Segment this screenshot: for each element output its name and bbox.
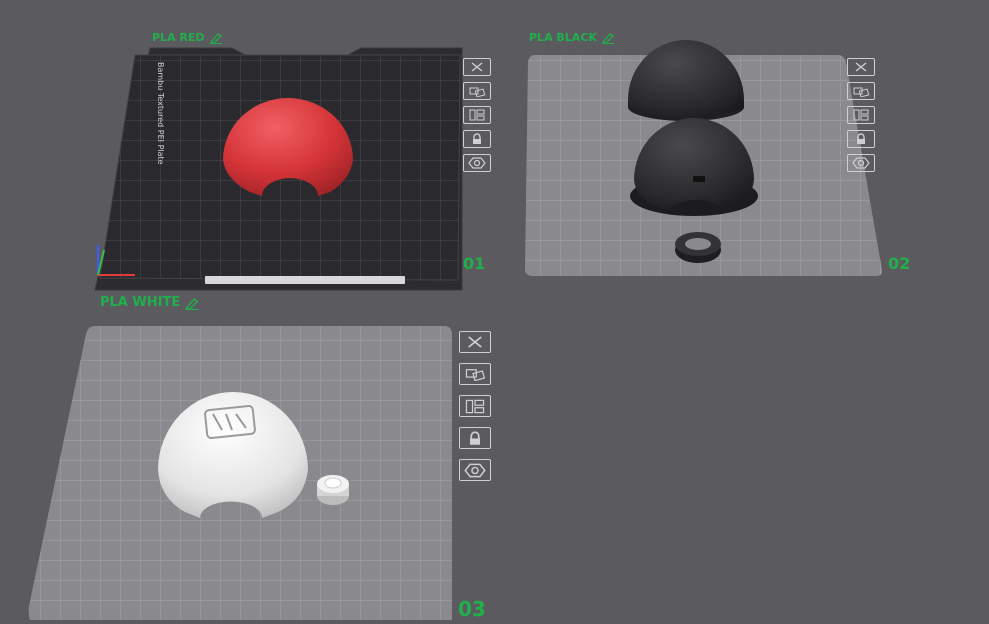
orient-button[interactable] — [463, 106, 491, 124]
plate-02-filament: PLA BLACK — [529, 31, 597, 44]
close-plate-button[interactable] — [463, 58, 491, 76]
plate-settings-button[interactable] — [463, 154, 491, 172]
auto-arrange-icon — [465, 369, 486, 381]
lock-plate-button[interactable] — [463, 130, 491, 148]
plate-02-number: 02 — [888, 254, 911, 273]
plate-03[interactable] — [28, 326, 453, 620]
close-icon — [855, 62, 867, 72]
lock-plate-button[interactable] — [847, 130, 875, 148]
eye-icon — [852, 157, 870, 169]
edit-icon[interactable] — [209, 32, 223, 44]
close-icon — [468, 336, 482, 348]
close-icon — [471, 62, 483, 72]
plate-03-toolbar — [459, 331, 491, 491]
plate-03-filament: PLA WHITE — [100, 295, 181, 310]
plate-01-filament-label[interactable]: PLA RED — [152, 31, 223, 44]
plate-02-toolbar — [847, 58, 875, 178]
lock-icon — [857, 133, 865, 144]
black-ring-part[interactable] — [675, 232, 721, 263]
plate-settings-button[interactable] — [847, 154, 875, 172]
plate-01-toolbar — [463, 58, 491, 178]
lock-plate-button[interactable] — [459, 427, 491, 449]
auto-arrange-button[interactable] — [459, 363, 491, 385]
auto-arrange-button[interactable] — [847, 82, 875, 100]
plate-02[interactable] — [525, 40, 883, 276]
close-plate-button[interactable] — [459, 331, 491, 353]
plate-01-filament: PLA RED — [152, 31, 205, 44]
white-button-part[interactable] — [317, 475, 349, 505]
orient-button[interactable] — [459, 395, 491, 417]
plate-settings-button[interactable] — [459, 459, 491, 481]
black-dome-top-part[interactable] — [628, 40, 744, 121]
plates-canvas: Bambu Textured PEI Plate — [28, 40, 883, 620]
plate-03-filament-label[interactable]: PLA WHITE — [100, 295, 199, 310]
plate-02-filament-label[interactable]: PLA BLACK — [529, 31, 615, 44]
lock-icon — [473, 133, 481, 144]
auto-arrange-button[interactable] — [463, 82, 491, 100]
close-plate-button[interactable] — [847, 58, 875, 76]
orient-icon — [469, 109, 485, 121]
eye-icon — [464, 463, 486, 477]
edit-icon[interactable] — [601, 32, 615, 44]
plate-03-number: 03 — [458, 597, 486, 621]
plate-01[interactable]: Bambu Textured PEI Plate — [94, 47, 463, 291]
orient-button[interactable] — [847, 106, 875, 124]
auto-arrange-icon — [469, 87, 486, 97]
bed-text: Bambu Textured PEI Plate — [156, 62, 165, 165]
edit-icon[interactable] — [184, 297, 199, 310]
orient-icon — [853, 109, 869, 121]
lock-icon — [470, 430, 480, 445]
eye-icon — [468, 157, 486, 169]
plate-01-number: 01 — [463, 254, 486, 273]
orient-icon — [465, 399, 485, 413]
auto-arrange-icon — [853, 87, 870, 97]
